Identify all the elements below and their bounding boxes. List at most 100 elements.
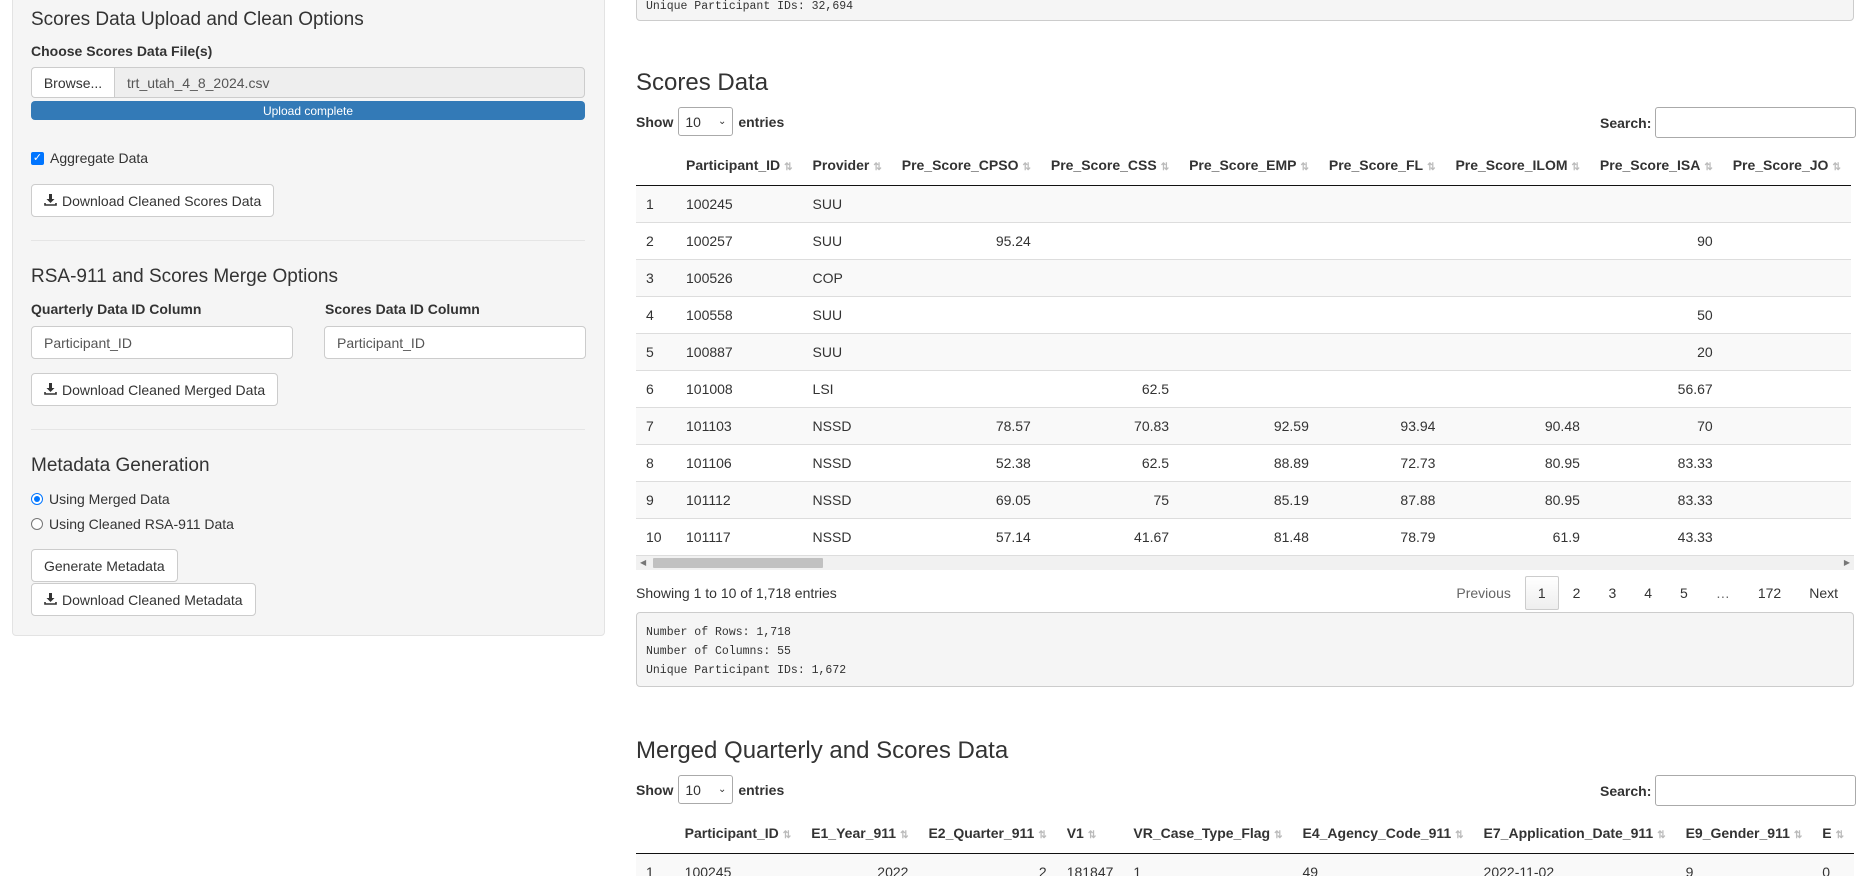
sort-icon[interactable]: ⇅ [1832,162,1840,173]
column-header[interactable]: V1 ⇅ [1056,813,1124,854]
download-scores-button[interactable]: Download Cleaned Scores Data [31,184,275,217]
table-row[interactable]: 8 101106 NSSD 52.38 62.5 88.89 72.73 80.95 83.33 [636,444,1851,482]
scores-table-wrapper: Participant_ID ⇅ Provider ⇅ Pre_Score_CPSO ⇅ P… [636,145,1854,551]
table-cell: 78.79 [1318,518,1446,551]
table-row[interactable]: 2 100257 SUU 95.24 90 [636,222,1851,260]
table-header-row: Participant_ID ⇅ Provider ⇅ Pre_Score_CPSO ⇅ P… [636,145,1851,186]
table-cell: 9 [636,481,676,519]
table-cell: 6 [636,370,676,408]
table-row[interactable]: 5 100887 SUU 20 [636,333,1851,371]
column-header[interactable]: E4_Agency_Code_911 ⇅ [1292,813,1474,854]
page-button-1[interactable]: 1 [1524,576,1559,610]
column-header[interactable]: Pre_Score_FL ⇅ [1318,145,1446,186]
sort-icon[interactable]: ⇅ [1301,162,1309,173]
divider [31,240,585,241]
sort-icon[interactable]: ⇅ [784,162,792,173]
download-metadata-button[interactable]: Download Cleaned Metadata [31,583,256,616]
sort-icon[interactable]: ⇅ [1088,830,1096,841]
checkbox-check-icon[interactable]: ✓ [31,151,44,165]
sort-icon[interactable]: ⇅ [1274,830,1282,841]
table-row[interactable]: 10 101117 NSSD 57.14 41.67 81.48 78.79 61.9 43.3… [636,518,1851,551]
scroll-right-icon[interactable]: ▶ [1844,558,1850,567]
table-cell: NSSD [802,444,892,482]
sort-icon[interactable]: ⇅ [1022,162,1030,173]
aggregate-checkbox[interactable]: ✓ Aggregate Data [31,150,148,166]
column-header[interactable]: E7_Application_Date_911 ⇅ [1473,813,1676,854]
table-cell [1722,333,1851,371]
page-size-select[interactable]: 10 ⌄ [678,775,734,804]
table-cell [1722,296,1851,334]
table-cell [891,259,1041,297]
file-name-field: trt_utah_4_8_2024.csv [114,67,585,98]
table-row[interactable]: 1 100245 SUU [636,185,1851,223]
table-row[interactable]: 7 101103 NSSD 78.57 70.83 92.59 93.94 90.48 70 [636,407,1851,445]
radio-unselected-icon[interactable] [31,518,43,530]
search-input[interactable] [1655,107,1857,138]
page-size-select[interactable]: 10 ⌄ [678,107,734,136]
file-input-group: Browse... trt_utah_4_8_2024.csv [31,67,585,98]
table-row[interactable]: 4 100558 SUU 50 [636,296,1851,334]
table-row[interactable]: 9 101112 NSSD 69.05 75 85.19 87.88 80.95 83.33 [636,481,1851,519]
sort-icon[interactable]: ⇅ [1794,830,1802,841]
radio-rsa-data[interactable]: Using Cleaned RSA-911 Data [31,516,234,532]
sort-icon[interactable]: ⇅ [1427,162,1435,173]
page-button-4[interactable]: 4 [1630,576,1666,610]
column-header-label: Pre_Score_EMP [1189,157,1297,173]
column-header[interactable]: Pre_Score_ISA ⇅ [1589,145,1723,186]
table-cell: NSSD [802,481,892,519]
column-header[interactable]: Pre_Score_CPSO ⇅ [891,145,1041,186]
next-page-button[interactable]: Next [1795,576,1852,610]
column-header[interactable]: Pre_Score_JO ⇅ [1722,145,1851,186]
scrollbar-thumb[interactable] [653,558,823,568]
sort-icon[interactable]: ⇅ [1161,162,1169,173]
column-header[interactable] [636,145,676,186]
table-cell: 49 [1292,853,1474,876]
column-header[interactable]: E ⇅ [1812,813,1854,854]
generate-metadata-button[interactable]: Generate Metadata [31,549,178,582]
sort-icon[interactable]: ⇅ [1657,830,1665,841]
table-row[interactable]: 1 100245 2022 2 181847 1 49 2022-11-02 9 0 [636,853,1854,876]
table-cell: 61.9 [1445,518,1590,551]
table-row[interactable]: 6 101008 LSI 62.5 56.67 [636,370,1851,408]
page-button-5[interactable]: 5 [1666,576,1702,610]
scroll-left-icon[interactable]: ◀ [640,558,646,567]
table-row[interactable]: 3 100526 COP [636,259,1851,297]
column-header[interactable]: Participant_ID ⇅ [676,145,803,186]
table-cell [1722,407,1851,445]
sort-icon[interactable]: ⇅ [1455,830,1463,841]
column-header[interactable]: Provider ⇅ [802,145,892,186]
page-button-3[interactable]: 3 [1594,576,1630,610]
column-header[interactable]: E1_Year_911 ⇅ [801,813,919,854]
sort-icon[interactable]: ⇅ [900,830,908,841]
quarterly-id-input[interactable]: Participant_ID [31,326,293,359]
download-merged-button[interactable]: Download Cleaned Merged Data [31,373,279,406]
page-button-2[interactable]: 2 [1559,576,1595,610]
column-header[interactable]: E2_Quarter_911 ⇅ [918,813,1057,854]
column-header[interactable]: Pre_Score_EMP ⇅ [1179,145,1319,186]
table-cell: 100245 [676,185,803,223]
previous-page-button[interactable]: Previous [1442,576,1524,610]
table-cell [1589,259,1723,297]
sort-icon[interactable]: ⇅ [1836,830,1844,841]
browse-button[interactable]: Browse... [31,67,114,98]
column-header[interactable]: E9_Gender_911 ⇅ [1675,813,1813,854]
radio-merged-data[interactable]: Using Merged Data [31,491,170,507]
search-input[interactable] [1655,775,1857,806]
sort-icon[interactable]: ⇅ [1704,162,1712,173]
column-header[interactable]: Participant_ID ⇅ [674,813,802,854]
radio-selected-icon[interactable] [31,493,43,505]
column-header[interactable]: Pre_Score_ILOM ⇅ [1445,145,1590,186]
sort-icon[interactable]: ⇅ [873,162,881,173]
table-cell: 81.48 [1179,518,1319,551]
sort-icon[interactable]: ⇅ [1572,162,1580,173]
page-button-last[interactable]: 172 [1744,576,1795,610]
column-header[interactable]: VR_Case_Type_Flag ⇅ [1123,813,1293,854]
table-cell: SUU [802,333,892,371]
column-header[interactable] [636,813,675,854]
horizontal-scrollbar[interactable]: ◀ ▶ [636,555,1854,570]
column-header[interactable]: Pre_Score_CSS ⇅ [1040,145,1180,186]
scores-id-input[interactable]: Participant_ID [324,326,586,359]
sort-icon[interactable]: ⇅ [783,830,791,841]
sort-icon[interactable]: ⇅ [1038,830,1046,841]
column-header-label: Pre_Score_CPSO [901,157,1019,173]
